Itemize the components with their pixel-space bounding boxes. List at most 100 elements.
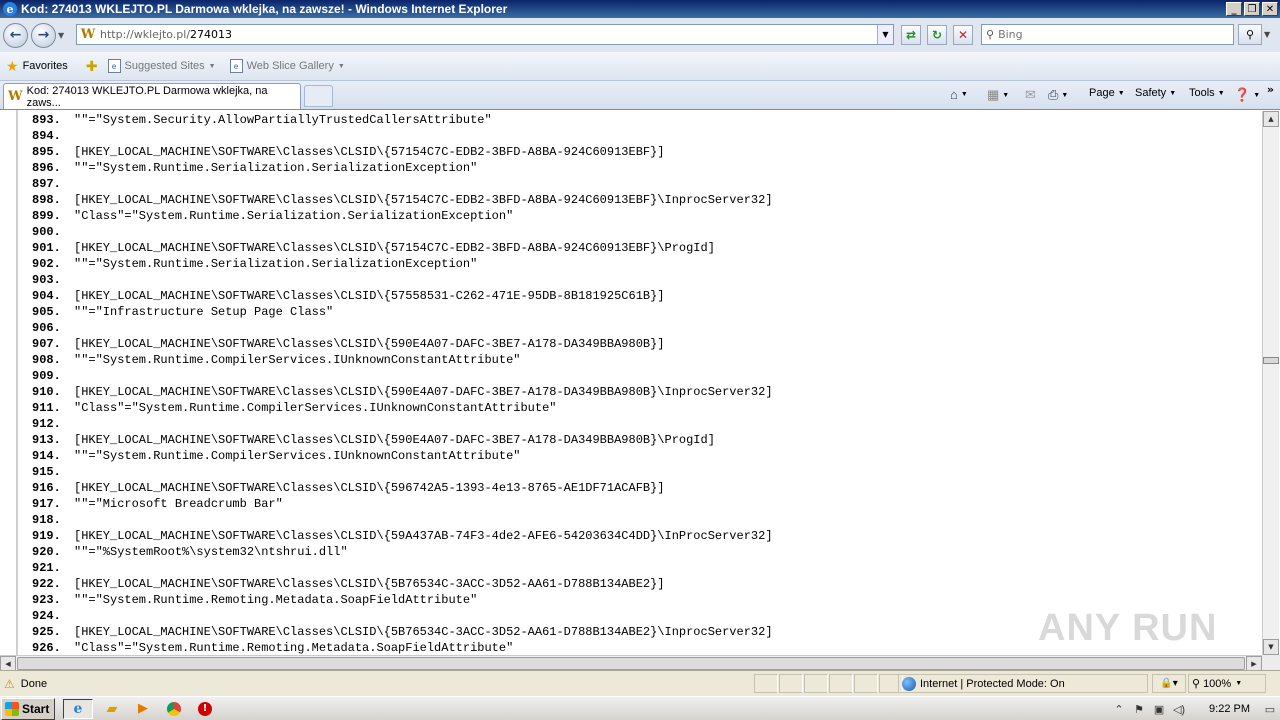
code-line: 914. ""="System.Runtime.CompilerServices.… bbox=[32, 448, 1260, 464]
line-number: 925. bbox=[32, 625, 61, 639]
tab-active[interactable]: W Kod: 274013 WKLEJTO.PL Darmowa wklejka… bbox=[3, 83, 301, 109]
vertical-scroll-thumb[interactable] bbox=[1263, 357, 1279, 364]
network-icon[interactable]: ▣ bbox=[1149, 703, 1169, 716]
horizontal-scrollbar[interactable]: ◀ ▶ bbox=[0, 655, 1262, 672]
tray-expand-icon[interactable]: ⌃ bbox=[1109, 703, 1129, 716]
action-center-flag-icon[interactable]: ⚑ bbox=[1129, 703, 1149, 716]
scroll-down-icon[interactable]: ▼ bbox=[1263, 639, 1279, 655]
protected-mode-lock-icon[interactable]: 🔒▾ bbox=[1152, 674, 1186, 693]
search-options-dropdown[interactable]: ▼ bbox=[1264, 30, 1270, 39]
page-content[interactable]: 893. ""="System.Security.AllowPartiallyTr… bbox=[0, 109, 1280, 672]
vertical-scrollbar[interactable]: ▲ ▼ bbox=[1262, 111, 1279, 655]
taskbar-ie-icon[interactable]: e bbox=[63, 698, 93, 719]
line-number: 914. bbox=[32, 449, 61, 463]
line-number: 919. bbox=[32, 529, 61, 543]
more-commands-chevron-icon[interactable]: » bbox=[1267, 83, 1274, 96]
line-number: 896. bbox=[32, 161, 61, 175]
help-menu[interactable]: ❓ ▼ bbox=[1234, 87, 1260, 103]
safety-menu[interactable]: Safety ▼ bbox=[1135, 87, 1176, 99]
line-text: [HKEY_LOCAL_MACHINE\SOFTWARE\Classes\CLS… bbox=[74, 577, 665, 591]
taskbar-media-player-icon[interactable]: ▶ bbox=[131, 699, 155, 719]
page-menu[interactable]: Page ▼ bbox=[1089, 87, 1125, 99]
taskbar-chrome-icon[interactable] bbox=[162, 699, 186, 719]
search-input[interactable] bbox=[998, 28, 1219, 41]
line-number: 899. bbox=[32, 209, 61, 223]
maximize-button[interactable]: ❐ bbox=[1244, 2, 1260, 16]
forward-arrow-icon[interactable]: → bbox=[31, 22, 56, 48]
code-line: 897. bbox=[32, 176, 1260, 192]
address-dropdown-icon[interactable]: ▼ bbox=[877, 25, 893, 44]
line-number: 910. bbox=[32, 385, 61, 399]
stop-icon[interactable]: ✕ bbox=[953, 25, 973, 45]
line-text: [HKEY_LOCAL_MACHINE\SOFTWARE\Classes\CLS… bbox=[74, 145, 665, 159]
new-tab-button[interactable] bbox=[304, 85, 333, 107]
code-line: 921. bbox=[32, 560, 1260, 576]
code-line: 906. bbox=[32, 320, 1260, 336]
code-line: 905. ""="Infrastructure Setup Page Class" bbox=[32, 304, 1260, 320]
start-button[interactable]: Start bbox=[1, 697, 55, 720]
home-icon: ⌂ bbox=[950, 87, 958, 102]
code-line: 901. [HKEY_LOCAL_MACHINE\SOFTWARE\Classes… bbox=[32, 240, 1260, 256]
refresh-icon[interactable]: ↻ bbox=[927, 25, 947, 45]
home-button[interactable]: ⌂ ▼ bbox=[950, 87, 968, 102]
window-title: Kod: 274013 WKLEJTO.PL Darmowa wklejka, … bbox=[21, 2, 508, 16]
line-text: ""="System.Runtime.Serialization.Seriali… bbox=[74, 161, 478, 175]
code-line: 916. [HKEY_LOCAL_MACHINE\SOFTWARE\Classes… bbox=[32, 480, 1260, 496]
code-line: 913. [HKEY_LOCAL_MACHINE\SOFTWARE\Classes… bbox=[32, 432, 1260, 448]
clock[interactable]: 9:22 PM bbox=[1209, 703, 1250, 715]
horizontal-scroll-thumb[interactable] bbox=[17, 657, 1245, 670]
show-desktop-icon[interactable]: ▭ bbox=[1260, 703, 1280, 716]
tools-menu[interactable]: Tools ▼ bbox=[1189, 87, 1225, 99]
taskbar-antivirus-icon[interactable]: ! bbox=[193, 699, 217, 719]
window-title-bar[interactable]: e Kod: 274013 WKLEJTO.PL Darmowa wklejka… bbox=[0, 0, 1280, 18]
web-slice-gallery-link[interactable]: e Web Slice Gallery ▼ bbox=[229, 59, 345, 73]
security-zone[interactable]: Internet | Protected Mode: On bbox=[898, 674, 1148, 693]
address-bar[interactable]: W http://wklejto.pl/274013 ▼ bbox=[76, 24, 894, 45]
suggested-sites-link[interactable]: e Suggested Sites ▼ bbox=[107, 59, 216, 73]
line-text: ""="System.Runtime.Remoting.Metadata.Soa… bbox=[74, 593, 478, 607]
code-line: 893. ""="System.Security.AllowPartiallyTr… bbox=[32, 112, 1260, 128]
taskbar: Start e ▰ ▶ ! ⌃ ⚑ ▣ ◁) 9:22 PM ▭ bbox=[0, 696, 1280, 720]
back-arrow-icon[interactable]: ← bbox=[3, 22, 28, 48]
globe-icon bbox=[902, 676, 916, 691]
code-line: 923. ""="System.Runtime.Remoting.Metadata… bbox=[32, 592, 1260, 608]
search-box[interactable]: ⚲ bbox=[981, 24, 1234, 45]
line-text: [HKEY_LOCAL_MACHINE\SOFTWARE\Classes\CLS… bbox=[74, 241, 715, 255]
scroll-up-icon[interactable]: ▲ bbox=[1263, 111, 1279, 127]
code-line: 903. bbox=[32, 272, 1260, 288]
mail-button[interactable]: ✉ bbox=[1025, 87, 1036, 103]
line-number: 897. bbox=[32, 177, 61, 191]
print-icon: ⎙ bbox=[1048, 87, 1059, 102]
page-icon: e bbox=[229, 59, 243, 73]
feeds-button[interactable]: ▦ ▼ bbox=[987, 87, 1009, 103]
code-line: 912. bbox=[32, 416, 1260, 432]
compatibility-view-icon[interactable]: ⇄ bbox=[901, 25, 921, 45]
favorites-button[interactable]: ★ Favorites bbox=[6, 58, 68, 75]
code-line: 909. bbox=[32, 368, 1260, 384]
close-button[interactable]: ✕ bbox=[1262, 2, 1278, 16]
volume-icon[interactable]: ◁) bbox=[1169, 703, 1189, 716]
recent-pages-dropdown[interactable]: ▼ bbox=[58, 31, 68, 40]
page-icon: e bbox=[107, 59, 121, 73]
scrollbar-corner bbox=[1262, 655, 1280, 671]
print-button[interactable]: ⎙ ▼ bbox=[1048, 87, 1068, 103]
code-line: 920. ""="%SystemRoot%\system32\ntshrui.dl… bbox=[32, 544, 1260, 560]
line-number: 921. bbox=[32, 561, 61, 575]
code-listing: 893. ""="System.Security.AllowPartiallyTr… bbox=[32, 112, 1260, 655]
line-number: 922. bbox=[32, 577, 61, 591]
line-text: ""="System.Runtime.Serialization.Seriali… bbox=[74, 257, 478, 271]
zoom-level[interactable]: ⚲ 100% ▼ bbox=[1188, 674, 1266, 693]
address-url[interactable]: http://wklejto.pl/274013 bbox=[100, 28, 232, 41]
line-text: [HKEY_LOCAL_MACHINE\SOFTWARE\Classes\CLS… bbox=[74, 433, 715, 447]
line-text: [HKEY_LOCAL_MACHINE\SOFTWARE\Classes\CLS… bbox=[74, 337, 665, 351]
search-icon[interactable]: ⚲ bbox=[1238, 24, 1262, 45]
line-number: 920. bbox=[32, 545, 61, 559]
line-number: 916. bbox=[32, 481, 61, 495]
site-favicon: W bbox=[8, 89, 23, 104]
ie-logo-icon: e bbox=[3, 2, 17, 16]
minimize-button[interactable]: _ bbox=[1226, 2, 1242, 16]
line-number: 895. bbox=[32, 145, 61, 159]
taskbar-explorer-icon[interactable]: ▰ bbox=[100, 699, 124, 719]
add-to-favorites-bar-icon[interactable]: ✚ bbox=[86, 58, 102, 75]
line-text: ""="System.Security.AllowPartiallyTruste… bbox=[74, 113, 492, 127]
